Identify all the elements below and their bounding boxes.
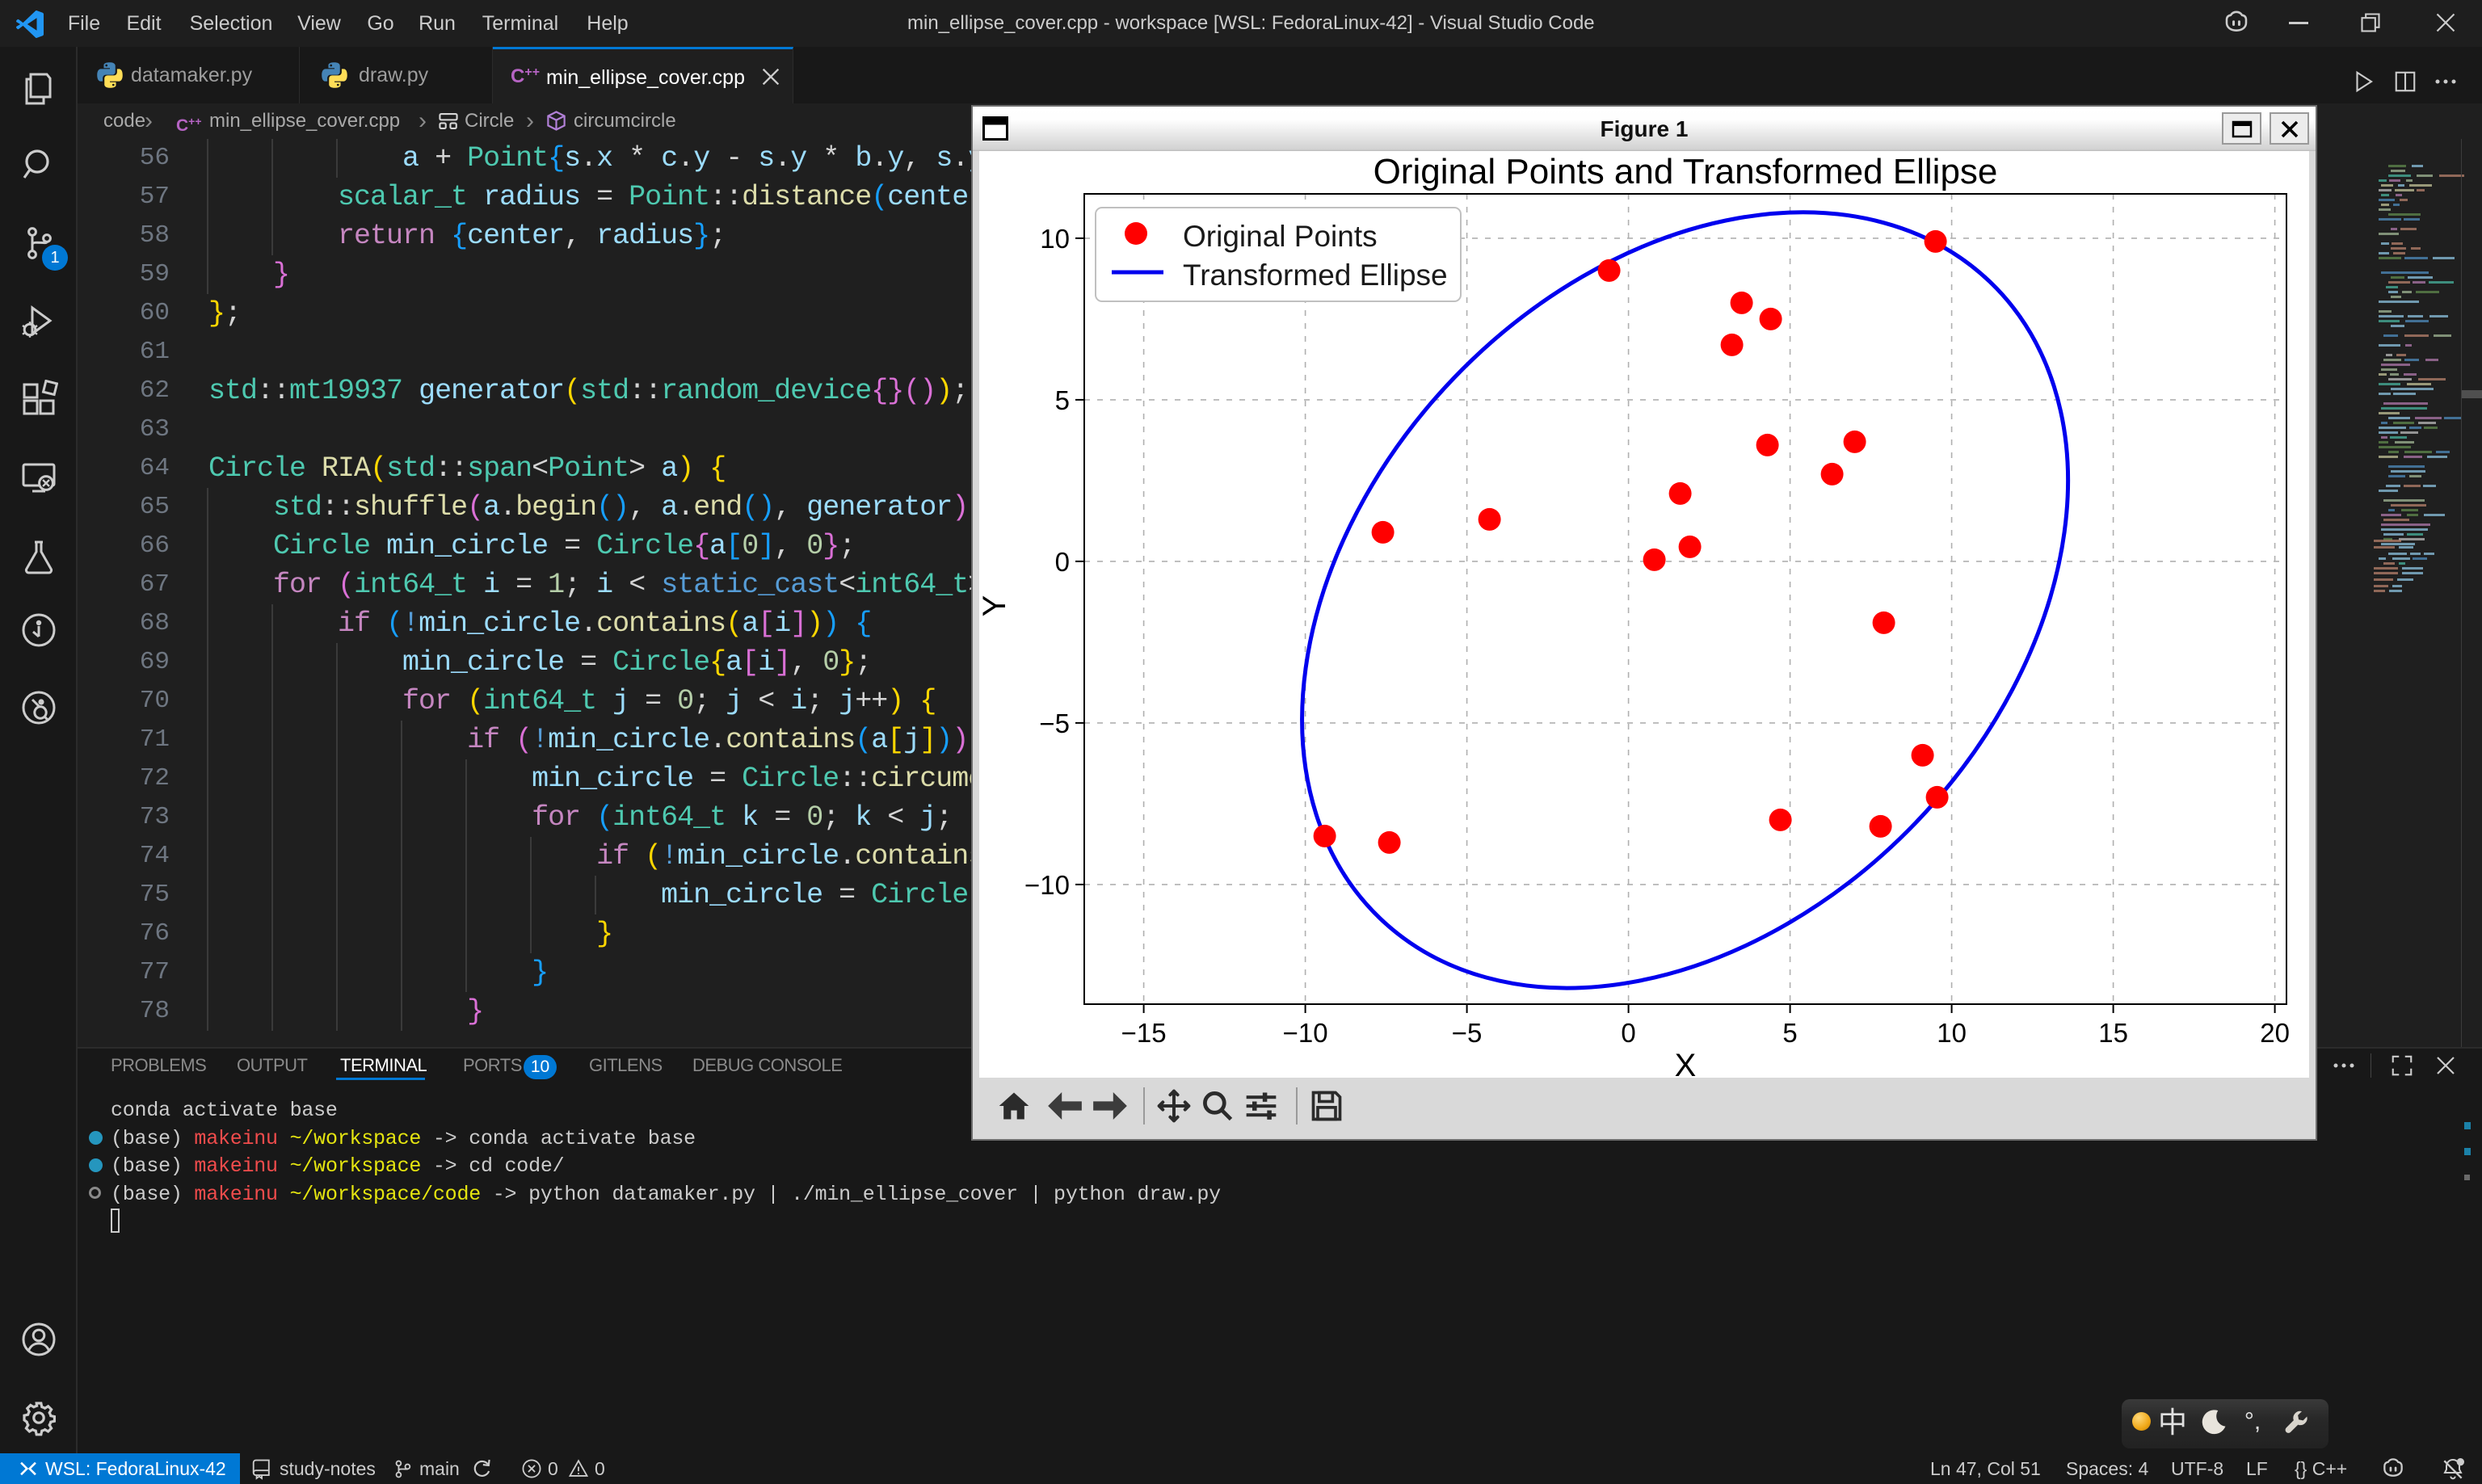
- svg-text:0: 0: [1621, 1018, 1635, 1048]
- svg-text:−15: −15: [1121, 1018, 1167, 1048]
- svg-text:Original Points: Original Points: [1183, 220, 1378, 253]
- svg-text:−10: −10: [1024, 870, 1070, 900]
- svg-text:−5: −5: [1452, 1018, 1483, 1048]
- svg-text:5: 5: [1782, 1018, 1797, 1048]
- svg-text:20: 20: [2260, 1018, 2290, 1048]
- svg-text:−10: −10: [1283, 1018, 1328, 1048]
- svg-text:0: 0: [1055, 547, 1070, 577]
- svg-text:5: 5: [1055, 385, 1070, 415]
- svg-text:Transformed Ellipse: Transformed Ellipse: [1183, 259, 1448, 292]
- svg-text:15: 15: [2098, 1018, 2128, 1048]
- svg-text:Y: Y: [979, 595, 1012, 617]
- svg-text:−5: −5: [1039, 708, 1070, 738]
- svg-text:10: 10: [1040, 224, 1070, 254]
- svg-text:X: X: [1675, 1048, 1697, 1078]
- svg-text:10: 10: [1937, 1018, 1967, 1048]
- svg-text:Original Points and Transforme: Original Points and Transformed Ellipse: [1374, 152, 1998, 191]
